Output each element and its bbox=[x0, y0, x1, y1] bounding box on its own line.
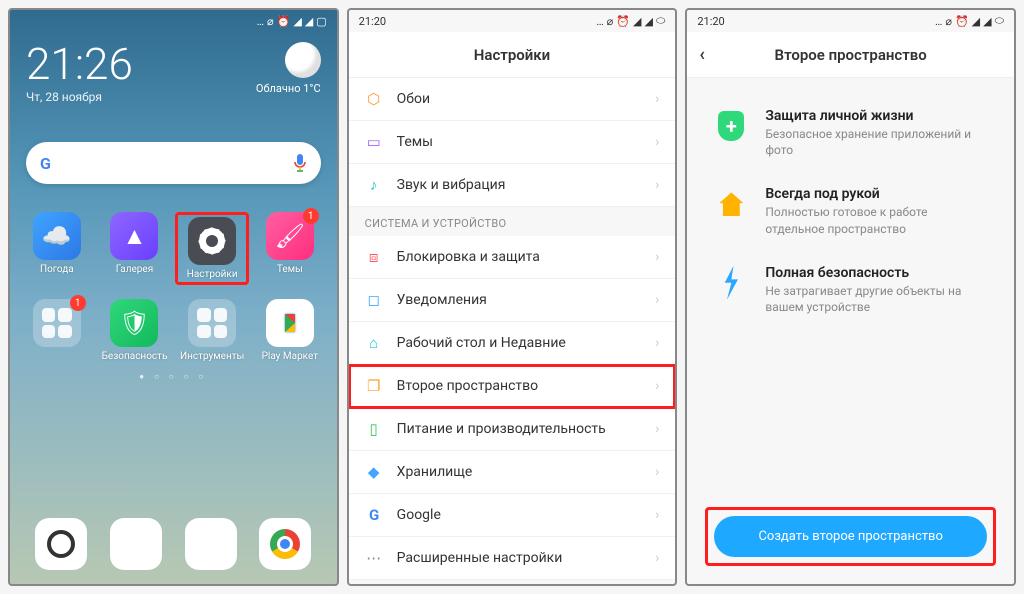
badge: 1 bbox=[303, 208, 319, 224]
dock-camera[interactable] bbox=[35, 518, 87, 570]
page-title: Второе пространство bbox=[775, 46, 927, 64]
google-logo-icon: G bbox=[40, 154, 50, 173]
intro-privacy: + Защита личной жизни Безопасное хранени… bbox=[713, 108, 988, 158]
app-security[interactable]: 🛡 Безопасность bbox=[98, 299, 172, 362]
security-app-icon: 🛡 bbox=[110, 299, 158, 347]
phone-second-space-intro: 21:20 …⌀⏰◢◢⬭ ‹ Второе пространство + Защ… bbox=[685, 8, 1016, 586]
wallpaper-icon: ⬡ bbox=[365, 90, 383, 108]
title-bar: ‹ Второе пространство bbox=[687, 32, 1014, 78]
section-header: СИСТЕМА И УСТРОЙСТВО bbox=[349, 207, 676, 236]
row-advanced[interactable]: ⋯ Расширенные настройки › bbox=[349, 537, 676, 580]
chevron-right-icon: › bbox=[655, 335, 659, 351]
status-bar: 21:20 …⌀⏰◢◢⬭ bbox=[687, 10, 1014, 32]
play-store-icon bbox=[266, 299, 314, 347]
lock-icon: ⧈ bbox=[365, 248, 383, 266]
cta-highlight: Создать второе пространство bbox=[705, 507, 996, 566]
chevron-right-icon: › bbox=[655, 91, 659, 107]
create-second-space-button[interactable]: Создать второе пространство bbox=[714, 516, 987, 557]
cta-wrap: Создать второе пространство bbox=[687, 497, 1014, 584]
shield-icon: + bbox=[713, 108, 749, 144]
chevron-right-icon: › bbox=[655, 134, 659, 150]
google-icon: G bbox=[365, 506, 383, 524]
app-gallery[interactable]: ▲ Галерея bbox=[98, 212, 172, 285]
status-bar: …⌀⏰◢◢▢ bbox=[10, 10, 337, 32]
chevron-right-icon: › bbox=[655, 421, 659, 437]
row-sound[interactable]: ♪ Звук и вибрация › bbox=[349, 164, 676, 207]
app-playmarket[interactable]: Play Маркет bbox=[253, 299, 327, 362]
mic-icon[interactable] bbox=[293, 153, 307, 173]
themes-icon: ▭ bbox=[365, 133, 383, 151]
status-time: 21:20 bbox=[359, 15, 386, 28]
weather-text: Облачно 1°C bbox=[256, 82, 321, 95]
chevron-right-icon: › bbox=[655, 292, 659, 308]
back-button[interactable]: ‹ bbox=[699, 44, 705, 65]
status-time: 21:20 bbox=[697, 15, 724, 28]
app-weather[interactable]: ☁️ Погода bbox=[20, 212, 94, 285]
settings-app-icon bbox=[188, 217, 236, 265]
dock-chrome[interactable] bbox=[259, 518, 311, 570]
phone-settings-list: 21:20 …⌀⏰◢◢⬭ Настройки ⬡ Обои › ▭ Темы ›… bbox=[347, 8, 678, 586]
sound-icon: ♪ bbox=[365, 176, 383, 194]
row-wallpaper[interactable]: ⬡ Обои › bbox=[349, 78, 676, 121]
app-tools[interactable]: Инструменты bbox=[175, 299, 249, 362]
page-indicator: ● ○ ○ ○ ○ bbox=[10, 372, 337, 381]
row-notifications[interactable]: ◻ Уведомления › bbox=[349, 279, 676, 322]
date-display: Чт, 28 ноября bbox=[26, 90, 133, 104]
chevron-right-icon: › bbox=[655, 550, 659, 566]
chevron-right-icon: › bbox=[655, 249, 659, 265]
chevron-right-icon: › bbox=[655, 177, 659, 193]
row-second-space[interactable]: ❐ Второе пространство › bbox=[349, 365, 676, 408]
app-themes[interactable]: 1 🖌 Темы bbox=[253, 212, 327, 285]
home-icon: ⌂ bbox=[365, 334, 383, 352]
row-google[interactable]: G Google › bbox=[349, 494, 676, 537]
title-bar: Настройки bbox=[349, 32, 676, 78]
dock-messages[interactable] bbox=[185, 518, 237, 570]
intro-security: Полная безопасность Не затрагивает други… bbox=[713, 265, 988, 315]
badge: 1 bbox=[70, 295, 86, 311]
intro-handy: Всегда под рукой Полностью готовое к раб… bbox=[713, 186, 988, 236]
second-space-icon: ❐ bbox=[365, 377, 383, 395]
app-folder[interactable]: 1 bbox=[20, 299, 94, 362]
chevron-right-icon: › bbox=[655, 378, 659, 394]
phone-home-screen: …⌀⏰◢◢▢ 21:26 Чт, 28 ноября Облачно 1°C G… bbox=[8, 8, 339, 586]
status-bar: 21:20 …⌀⏰◢◢⬭ bbox=[349, 10, 676, 32]
status-icons: …⌀⏰◢◢⬭ bbox=[935, 14, 1004, 28]
dock-phone[interactable]: ✆ bbox=[110, 518, 162, 570]
storage-icon: ◆ bbox=[365, 463, 383, 481]
page-title: Настройки bbox=[474, 46, 550, 64]
gallery-app-icon: ▲ bbox=[110, 212, 158, 260]
notification-icon: ◻ bbox=[365, 291, 383, 309]
intro-block: + Защита личной жизни Безопасное хранени… bbox=[687, 78, 1014, 373]
weather-app-icon: ☁️ bbox=[33, 212, 81, 260]
battery-icon: ▯ bbox=[365, 420, 383, 438]
bolt-icon bbox=[713, 265, 749, 301]
row-lock[interactable]: ⧈ Блокировка и защита › bbox=[349, 236, 676, 279]
row-themes[interactable]: ▭ Темы › bbox=[349, 121, 676, 164]
google-search-bar[interactable]: G bbox=[26, 142, 321, 184]
chevron-right-icon: › bbox=[655, 464, 659, 480]
dock: ✆ bbox=[10, 508, 337, 584]
weather-widget[interactable]: Облачно 1°C bbox=[256, 42, 321, 95]
advanced-icon: ⋯ bbox=[365, 549, 383, 567]
settings-list: ⬡ Обои › ▭ Темы › ♪ Звук и вибрация › СИ… bbox=[349, 78, 676, 580]
tools-folder-icon bbox=[188, 299, 236, 347]
clock-widget[interactable]: 21:26 Чт, 28 ноября bbox=[26, 42, 133, 104]
status-icons: …⌀⏰◢◢⬭ bbox=[596, 14, 665, 28]
app-settings[interactable]: Настройки bbox=[175, 212, 249, 285]
weather-icon bbox=[285, 42, 321, 78]
status-icons: …⌀⏰◢◢▢ bbox=[257, 15, 327, 28]
row-home[interactable]: ⌂ Рабочий стол и Недавние › bbox=[349, 322, 676, 365]
chevron-right-icon: › bbox=[655, 507, 659, 523]
app-grid: ☁️ Погода ▲ Галерея Настройки 1 🖌 Темы 1… bbox=[20, 212, 327, 362]
home-icon bbox=[713, 186, 749, 222]
row-battery[interactable]: ▯ Питание и производительность › bbox=[349, 408, 676, 451]
time-display: 21:26 bbox=[26, 42, 133, 86]
row-storage[interactable]: ◆ Хранилище › bbox=[349, 451, 676, 494]
